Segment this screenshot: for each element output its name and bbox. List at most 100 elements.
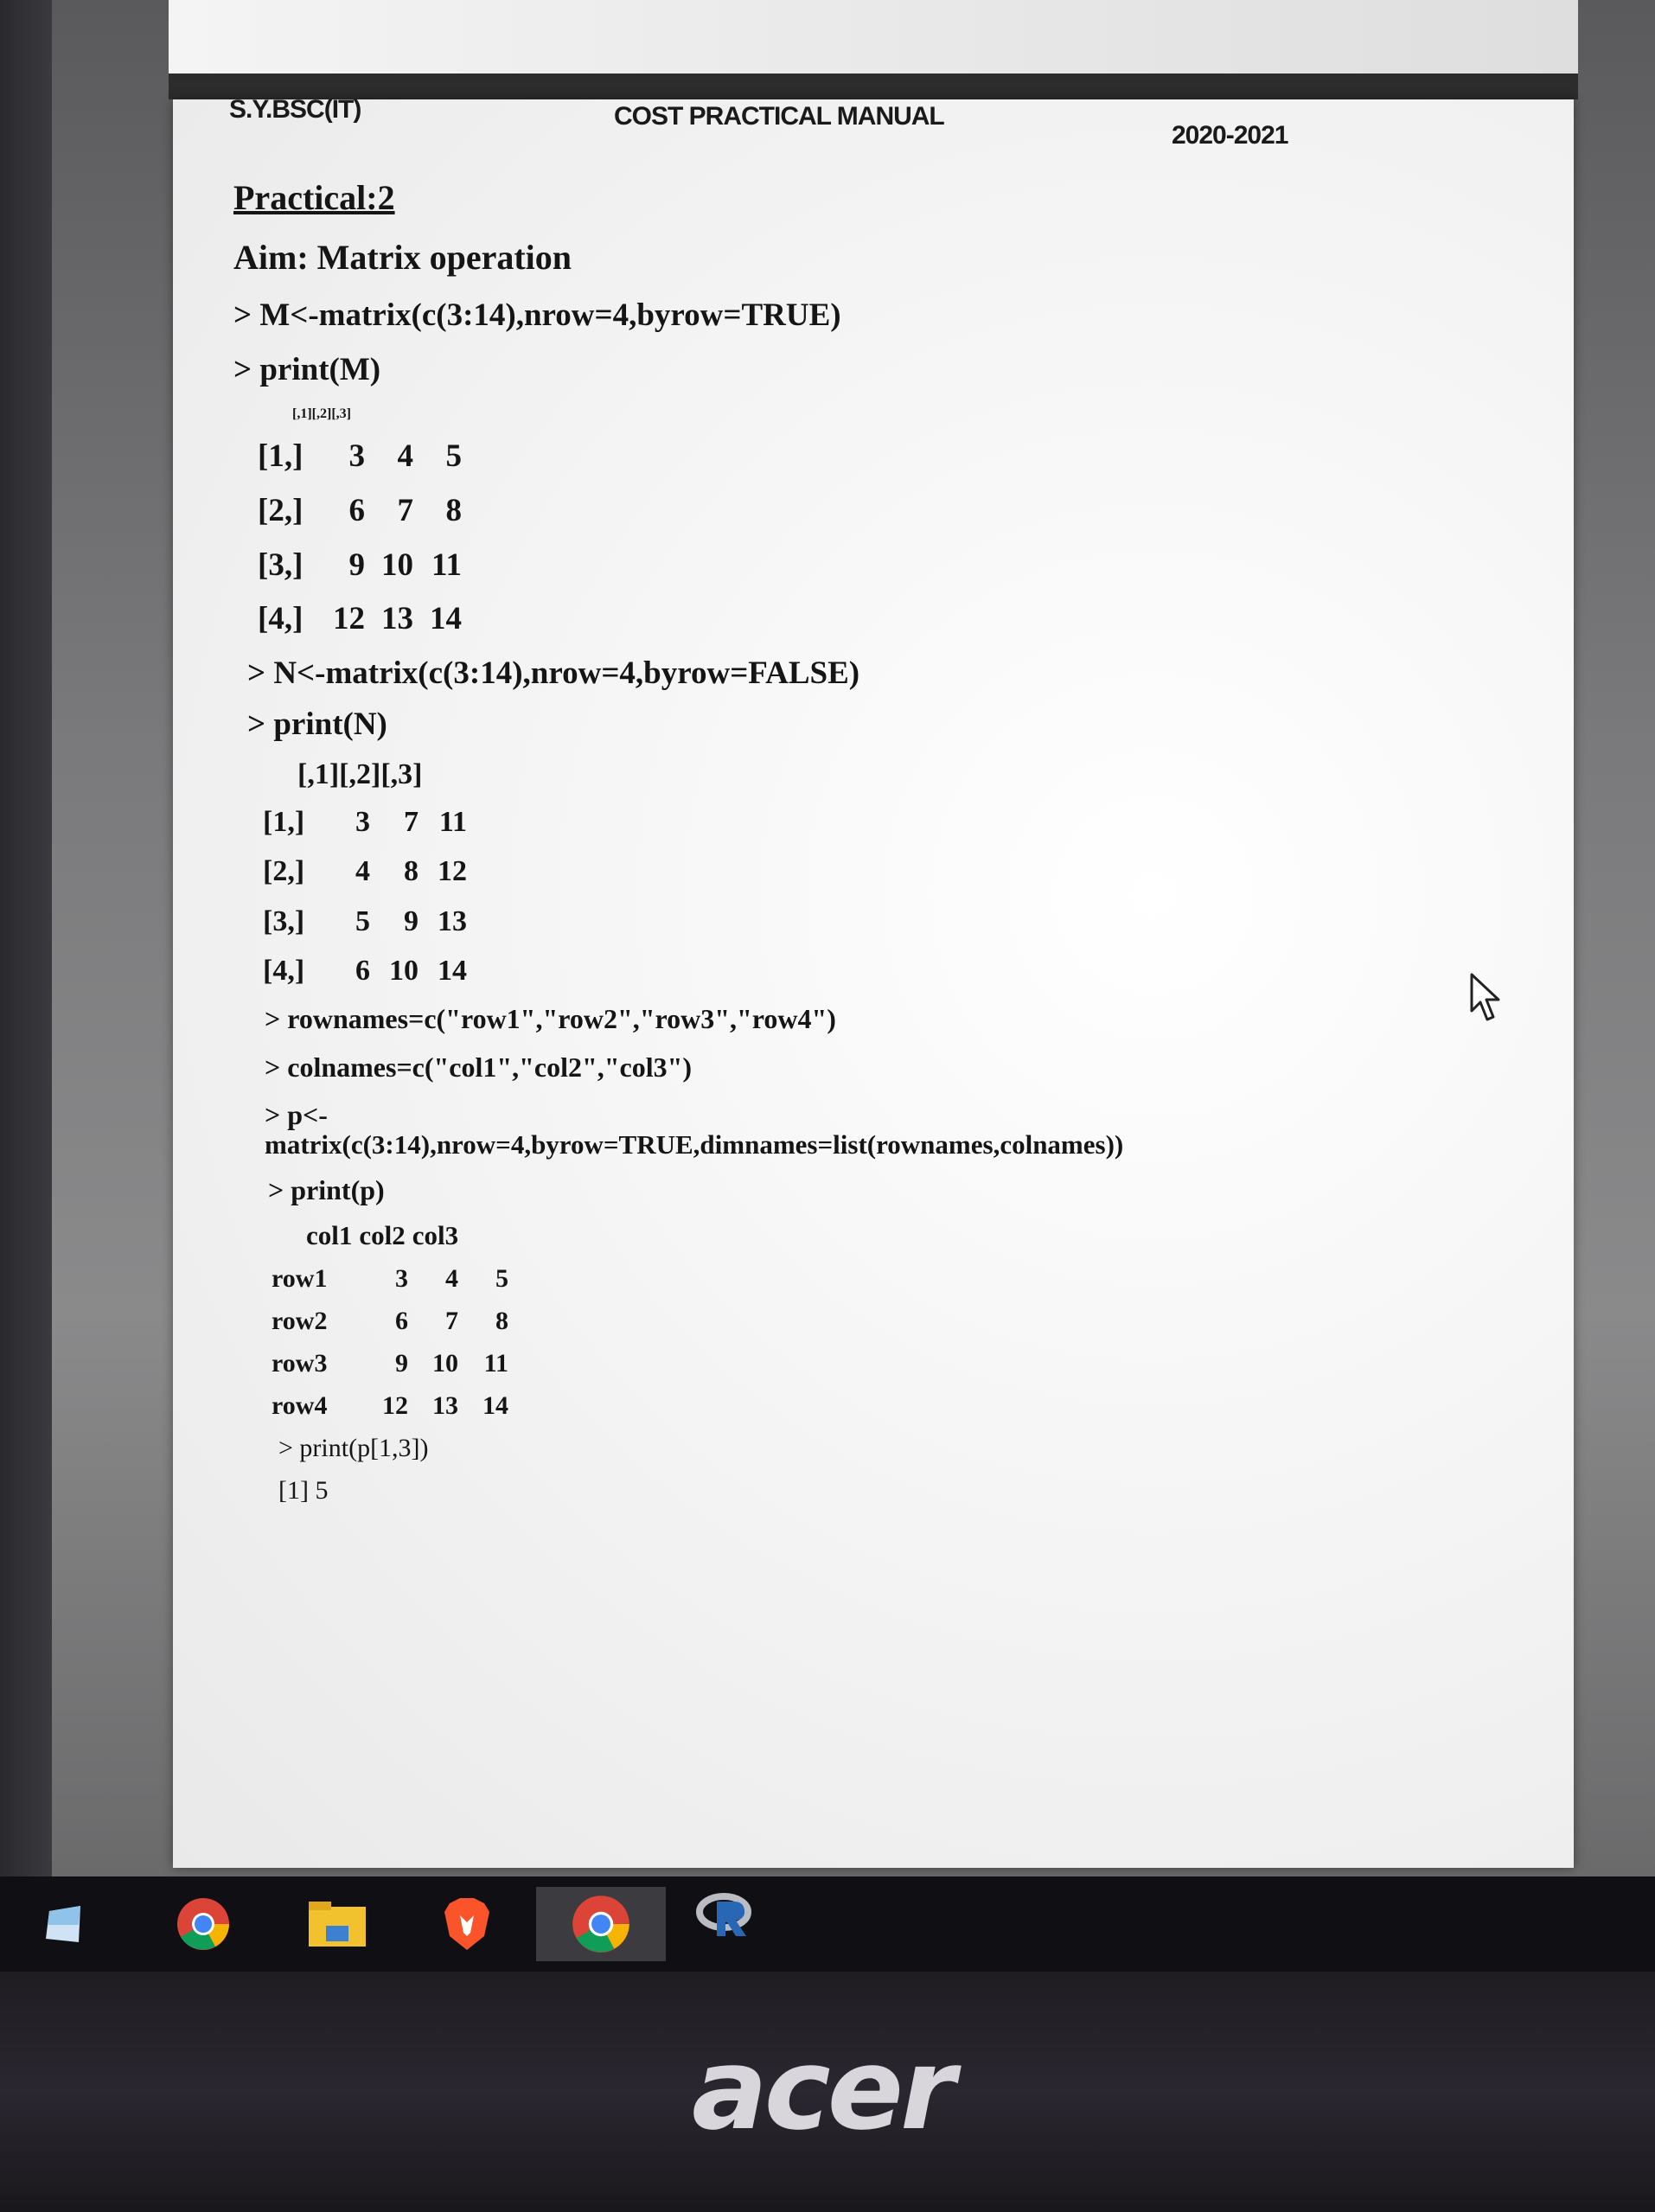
matrix-cell: 6 bbox=[355, 955, 370, 988]
matrix-row: row3 9 10 11 bbox=[272, 1349, 1358, 1378]
matrix-col-header: [,2] bbox=[311, 406, 332, 422]
code-line: > M<-matrix(c(3:14),nrow=4,byrow=TRUE) bbox=[233, 297, 841, 333]
screen: S.Y.BSC(IT) COST PRACTICAL MANUAL 2020-2… bbox=[52, 0, 1655, 1876]
acer-logo: acer bbox=[692, 2023, 955, 2155]
code-line: > print(M) bbox=[233, 351, 381, 387]
matrix-cell: 11 bbox=[431, 547, 462, 583]
code-line: > N<-matrix(c(3:14),nrow=4,byrow=FALSE) bbox=[247, 655, 860, 692]
previous-page-edge bbox=[169, 0, 1578, 74]
row-label: [2,] bbox=[258, 493, 304, 529]
matrix-row: [1,] 3 4 5 bbox=[258, 439, 1358, 475]
matrix-cell: 11 bbox=[483, 1349, 508, 1378]
chrome-taskbar-button-active[interactable] bbox=[536, 1887, 666, 1961]
chrome-icon bbox=[572, 1896, 629, 1953]
matrix-header: [,1] [,2] [,3] bbox=[297, 758, 1358, 790]
row-label: row1 bbox=[272, 1264, 328, 1294]
matrix-cell: 8 bbox=[445, 493, 463, 529]
code-line: > print(p) bbox=[268, 1174, 385, 1206]
matrix-m-output: [,1] [,2] [,3] [1,] 3 4 5 [2,] 6 7 8 [3,… bbox=[258, 406, 1358, 637]
matrix-cell: 13 bbox=[381, 601, 413, 637]
row-label: [1,] bbox=[258, 438, 304, 475]
matrix-cell: 12 bbox=[333, 601, 365, 637]
chrome-taskbar-button[interactable] bbox=[169, 1894, 238, 1954]
matrix-col-header: col1 bbox=[306, 1220, 353, 1251]
matrix-col-header: col2 bbox=[359, 1220, 406, 1251]
matrix-cell: 9 bbox=[348, 547, 366, 583]
matrix-cell: 12 bbox=[382, 1391, 408, 1421]
matrix-cell: 10 bbox=[432, 1349, 458, 1378]
code-line: > p<- bbox=[265, 1098, 328, 1130]
brave-browser-button[interactable] bbox=[432, 1894, 502, 1954]
row-label: [1,] bbox=[263, 805, 305, 838]
matrix-col-header: col3 bbox=[412, 1220, 459, 1251]
matrix-cell: 4 bbox=[445, 1264, 458, 1294]
matrix-row: [4,] 12 13 14 bbox=[258, 602, 1358, 637]
file-explorer-icon bbox=[309, 1902, 366, 1947]
matrix-cell: 7 bbox=[404, 805, 419, 838]
matrix-col-header: [,1] bbox=[297, 758, 340, 790]
matrix-cell: 4 bbox=[355, 855, 370, 888]
row-label: row4 bbox=[272, 1391, 328, 1421]
code-line: matrix(c(3:14),nrow=4,byrow=TRUE,dimname… bbox=[265, 1129, 1124, 1160]
matrix-cell: 3 bbox=[348, 438, 366, 475]
matrix-cell: 11 bbox=[438, 805, 467, 838]
matrix-col-header: [,1] bbox=[292, 406, 312, 422]
matrix-cell: 9 bbox=[395, 1349, 408, 1378]
file-explorer-button[interactable] bbox=[303, 1894, 372, 1954]
matrix-cell: 14 bbox=[438, 955, 467, 988]
r-app-button[interactable] bbox=[692, 1885, 761, 1946]
taskbar bbox=[0, 1876, 1655, 1972]
header-course: S.Y.BSC(IT) bbox=[229, 95, 361, 124]
matrix-row: [3,] 5 9 13 bbox=[263, 905, 1358, 937]
matrix-row: [2,] 4 8 12 bbox=[263, 855, 1358, 887]
matrix-col-header: [,2] bbox=[339, 758, 381, 790]
matrix-cell: 4 bbox=[397, 438, 414, 475]
matrix-row: row4 12 13 14 bbox=[272, 1391, 1358, 1420]
matrix-cell: 14 bbox=[482, 1391, 508, 1421]
matrix-row: row2 6 7 8 bbox=[272, 1307, 1358, 1335]
matrix-cell: 13 bbox=[438, 905, 467, 937]
matrix-p-output: col1 col2 col3 row1 3 4 5 row2 6 7 8 row… bbox=[272, 1221, 1358, 1421]
brave-icon bbox=[444, 1898, 489, 1950]
matrix-cell: 7 bbox=[397, 493, 414, 529]
row-label: [3,] bbox=[263, 905, 305, 937]
matrix-n-output: [,1] [,2] [,3] [1,] 3 7 11 [2,] 4 8 12 [… bbox=[263, 758, 1358, 988]
code-line: > colnames=c("col1","col2","col3") bbox=[265, 1051, 693, 1083]
matrix-row: row1 3 4 5 bbox=[272, 1264, 1358, 1293]
matrix-cell: 12 bbox=[438, 855, 467, 888]
header-year: 2020-2021 bbox=[1172, 121, 1288, 150]
matrix-header: [,1] [,2] [,3] bbox=[292, 406, 1358, 422]
matrix-cell: 3 bbox=[395, 1264, 408, 1294]
task-view-button[interactable] bbox=[30, 1894, 99, 1954]
matrix-cell: 7 bbox=[445, 1307, 458, 1336]
monitor-bezel: acer bbox=[0, 1972, 1655, 2212]
matrix-cell: 9 bbox=[404, 905, 419, 937]
row-label: [2,] bbox=[263, 855, 305, 888]
matrix-header: col1 col2 col3 bbox=[306, 1221, 1358, 1250]
row-label: [4,] bbox=[258, 601, 304, 637]
matrix-cell: 14 bbox=[430, 601, 462, 637]
matrix-row: [3,] 9 10 11 bbox=[258, 547, 1358, 584]
matrix-cell: 5 bbox=[355, 905, 370, 937]
document-body: Practical:2 Aim: Matrix operation > M<-m… bbox=[233, 177, 1358, 1505]
matrix-row: [4,] 6 10 14 bbox=[263, 955, 1358, 987]
matrix-cell: 5 bbox=[445, 438, 463, 475]
monitor: S.Y.BSC(IT) COST PRACTICAL MANUAL 2020-2… bbox=[0, 0, 1655, 2212]
row-label: row2 bbox=[272, 1307, 328, 1336]
matrix-cell: 10 bbox=[389, 955, 419, 988]
matrix-cell: 5 bbox=[495, 1264, 508, 1294]
aim-heading: Aim: Matrix operation bbox=[233, 238, 572, 277]
code-line: > print(p[1,3]) bbox=[278, 1434, 429, 1463]
matrix-row: [1,] 3 7 11 bbox=[263, 806, 1358, 838]
code-output: [1] 5 bbox=[278, 1476, 329, 1506]
code-line: > print(N) bbox=[247, 706, 387, 742]
row-label: row3 bbox=[272, 1349, 328, 1378]
row-label: [3,] bbox=[258, 547, 304, 583]
code-line: > rownames=c("row1","row2","row3","row4"… bbox=[265, 1003, 836, 1035]
matrix-cell: 10 bbox=[381, 547, 413, 583]
matrix-cell: 3 bbox=[355, 805, 370, 838]
matrix-cell: 8 bbox=[495, 1307, 508, 1336]
header-title: COST PRACTICAL MANUAL bbox=[614, 102, 945, 131]
matrix-cell: 6 bbox=[395, 1307, 408, 1336]
matrix-cell: 8 bbox=[404, 855, 419, 888]
